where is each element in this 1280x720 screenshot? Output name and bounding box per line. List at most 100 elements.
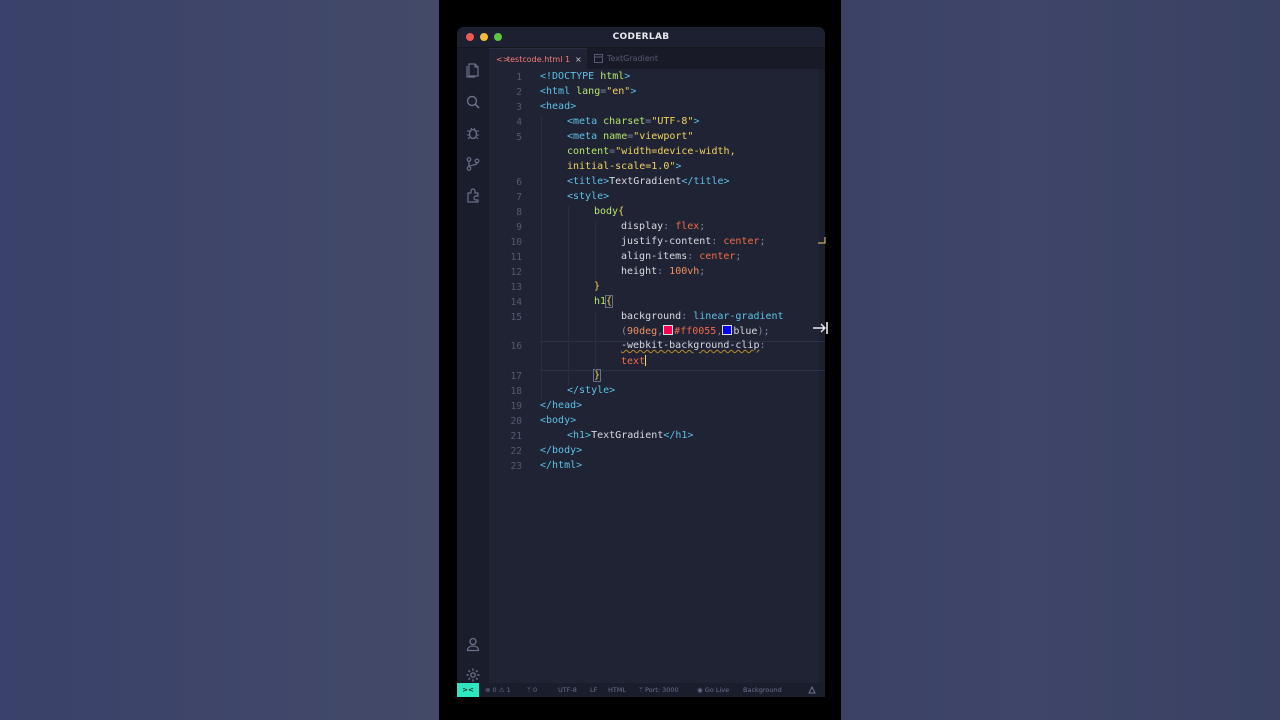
problems-count[interactable]: ⊗ 0 ⚠ 1 [485,683,511,697]
code-line: } [592,369,602,382]
token: -webkit-background-clip [621,340,760,351]
search-icon[interactable] [465,94,481,110]
token: display [621,221,664,232]
token: "viewport" [633,131,694,142]
token: background [621,311,682,322]
line-number: 15 [510,312,522,323]
tab-textgradient-preview[interactable]: TextGradient [587,48,677,69]
line-number: 12 [510,267,522,278]
status-bar: >< ⊗ 0 ⚠ 1 ᛘ 0 UTF-8 LF HTML ᛘ Port: 300… [457,683,825,697]
line-number: 18 [510,386,522,397]
line-number: 7 [516,192,522,203]
token: </html> [540,460,583,471]
token: 90deg [627,326,658,337]
tab-close-icon[interactable]: × [575,49,582,70]
explorer-icon[interactable] [465,62,481,78]
line-number: 16 [510,341,522,352]
ports-count[interactable]: ᛘ 0 [527,683,537,697]
tab-label: testcode.html 1 [507,55,571,64]
notification-icon[interactable] [808,686,816,694]
language-mode[interactable]: HTML [608,683,626,697]
background-indicator[interactable]: Background [743,683,782,697]
code-line: <html lang="en"> [540,86,636,97]
debug-icon[interactable] [465,125,481,141]
token: </body> [540,445,583,456]
line-number: 5 [516,132,522,143]
token: { [605,295,614,308]
code-line: display: flex; [621,221,705,232]
code-line: <h1>TextGradient</h1> [567,430,693,441]
editor-scrollbar[interactable] [819,69,825,683]
port-indicator[interactable]: ᛘ Port: 3000 [639,683,679,697]
indent-guide [595,311,596,370]
token: h1 [594,296,607,307]
token: TextGradient [591,430,664,441]
eol-indicator[interactable]: LF [590,683,597,697]
code-line: body{ [594,206,624,217]
color-swatch-pink[interactable] [663,325,674,335]
code-line: h1{ [594,295,614,308]
line-number: 3 [516,102,522,113]
token: ; [699,266,706,277]
token: <h1> [567,430,592,441]
remote-indicator[interactable]: >< [457,683,479,697]
token: center [699,251,736,262]
token: height [621,266,658,277]
account-icon[interactable] [465,636,481,652]
indent-guide [541,116,542,400]
token: lang [570,86,601,97]
token: "en" [606,86,631,97]
token: } [592,369,602,382]
token: ; [699,221,706,232]
token: center [723,236,760,247]
settings-gear-icon[interactable] [465,667,481,683]
tab-label: TextGradient [607,54,658,63]
line-number: 9 [516,222,522,233]
code-line: <head> [540,101,576,112]
token: <meta [567,131,598,142]
token: </h1> [663,430,694,441]
line-number: 22 [510,446,522,457]
title-bar: CODERLAB [457,27,825,48]
token: ; [759,236,766,247]
go-live-button[interactable]: ◉ Go Live [697,683,729,697]
window-title: CODERLAB [612,32,670,42]
text-cursor [645,355,647,366]
corner-marker-icon [818,237,826,244]
token: <meta [567,116,598,127]
token: initial-scale=1.0" [567,161,676,172]
color-swatch-blue[interactable] [722,325,733,335]
token: : [687,251,700,262]
token: linear-gradient [693,311,784,322]
token: : [663,221,676,232]
line-number: 1 [516,72,522,83]
extensions-icon[interactable] [465,187,481,203]
code-line: content="width=device-width, [567,146,736,157]
token: > [693,116,700,127]
token: ; [735,251,742,262]
token: <!DOCTYPE [540,71,595,82]
token: <html [540,86,571,97]
code-line: height: 100vh; [621,266,705,277]
indent-guide [595,221,596,281]
activity-bar [457,48,489,683]
tab-testcode-html[interactable]: <> testcode.html 1 × [489,48,587,69]
code-line: <style> [567,191,609,202]
line-number: 10 [510,237,522,248]
code-line: -webkit-background-clip: [621,340,766,351]
token: <title> [567,176,610,187]
source-control-icon[interactable] [465,156,481,172]
token: : [759,340,766,351]
token: > [675,161,682,172]
code-line: <!DOCTYPE html> [540,71,630,82]
encoding-indicator[interactable]: UTF-8 [558,683,577,697]
code-line: </body> [540,445,582,456]
token: </head> [540,400,583,411]
preview-icon [594,54,603,63]
code-line: </style> [567,385,615,396]
token: <body> [540,415,577,426]
token: name [597,131,628,142]
indent-guide [568,206,569,385]
token: flex [675,221,700,232]
code-line: align-items: center; [621,251,741,262]
